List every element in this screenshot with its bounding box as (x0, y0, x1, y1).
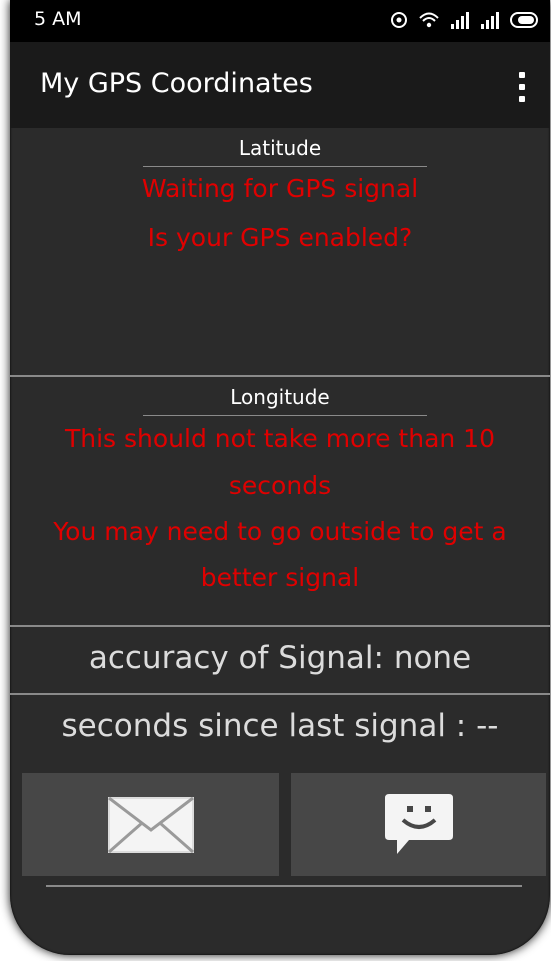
location-icon (391, 12, 407, 28)
signal-icon (451, 12, 469, 29)
wifi-icon (419, 12, 439, 28)
longitude-value-line-1: This should not take more than 10 (64, 424, 495, 453)
email-button[interactable] (22, 773, 279, 876)
section-divider (10, 375, 550, 377)
latitude-label: Latitude (238, 136, 322, 160)
latitude-value-line-1: Waiting for GPS signal (141, 174, 419, 203)
sms-icon (384, 793, 453, 854)
latitude-value-line-2: Is your GPS enabled? (147, 223, 413, 252)
email-icon (107, 796, 194, 853)
longitude-value-line-3: You may need to go outside to get a (53, 517, 507, 546)
last-signal-text: seconds since last signal : -- (61, 708, 499, 744)
overflow-menu-icon[interactable] (516, 72, 528, 102)
app-title: My GPS Coordinates (40, 68, 313, 99)
bottom-divider (46, 885, 522, 887)
longitude-value-line-4: better signal (200, 563, 360, 592)
status-time: 5 AM (34, 8, 82, 30)
status-bar: 5 AM (10, 0, 550, 42)
action-bar: My GPS Coordinates (10, 42, 550, 128)
accuracy-text: accuracy of Signal: none (88, 640, 472, 676)
longitude-label: Longitude (230, 385, 330, 409)
battery-icon (510, 12, 538, 28)
section-divider (10, 693, 550, 695)
section-divider (10, 625, 550, 627)
sms-button[interactable] (291, 773, 546, 876)
longitude-value-line-2: seconds (228, 471, 332, 500)
status-icons (388, 10, 542, 30)
phone-frame: 5 AM My GPS Coordinates Latitude Waiting… (10, 0, 550, 955)
signal-icon (481, 12, 499, 29)
